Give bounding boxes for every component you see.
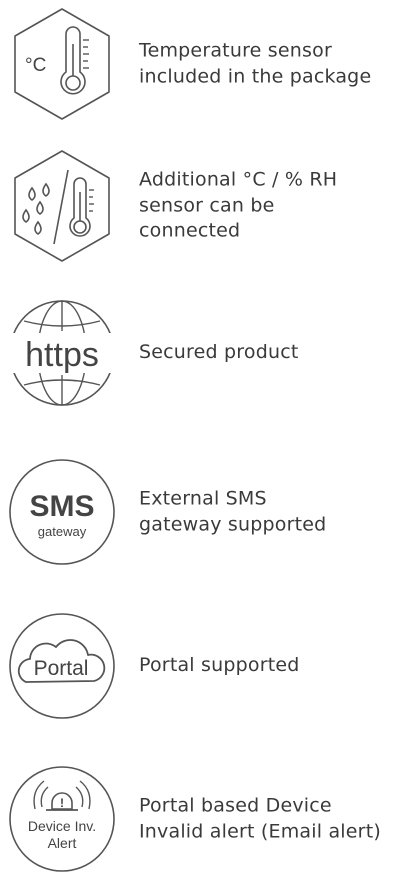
feature-line: Additional °C / % RH xyxy=(139,168,338,191)
svg-text:!: ! xyxy=(60,796,64,810)
feature-line: sensor can be xyxy=(139,194,275,217)
device-alert-icon: ! Device Inv. Alert xyxy=(2,759,122,879)
feature-text: Portal based Device Invalid alert (Email… xyxy=(139,793,381,844)
feature-text: External SMS gateway supported xyxy=(139,486,326,537)
feature-secured-product: https Secured product xyxy=(0,293,414,413)
feature-text: Additional °C / % RH sensor can be conne… xyxy=(139,168,337,245)
feature-device-alert: ! Device Inv. Alert Portal based Device … xyxy=(0,759,414,879)
gateway-label: gateway xyxy=(38,524,87,539)
celsius-label: °C xyxy=(25,55,46,76)
feature-line: Portal supported xyxy=(139,654,300,677)
feature-line: Invalid alert (Email alert) xyxy=(139,820,381,842)
feature-sms-gateway: SMS gateway External SMS gateway support… xyxy=(0,452,414,572)
portal-cloud-icon: Portal xyxy=(2,606,122,726)
feature-text: Secured product xyxy=(139,340,299,366)
sms-gateway-icon: SMS gateway xyxy=(2,452,122,572)
feature-temperature-sensor: °C Temperature sensor included in the pa… xyxy=(0,4,414,124)
https-label: https xyxy=(25,336,99,374)
temperature-sensor-icon: °C xyxy=(2,4,122,124)
feature-additional-sensor: Additional °C / % RH sensor can be conne… xyxy=(0,146,414,266)
sms-label: SMS xyxy=(29,490,94,523)
feature-text: Temperature sensor included in the packa… xyxy=(139,38,371,89)
feature-line: included in the package xyxy=(139,65,372,87)
portal-label: Portal xyxy=(34,657,89,680)
feature-portal-supported: Portal Portal supported xyxy=(0,606,414,726)
feature-line: Secured product xyxy=(139,341,299,364)
water-drops-icon xyxy=(22,182,50,235)
device-inv-label: Device Inv. xyxy=(28,818,96,834)
feature-line: connected xyxy=(139,219,241,242)
feature-line: gateway supported xyxy=(139,513,327,535)
feature-line: External SMS xyxy=(139,487,267,510)
feature-line: Portal based Device xyxy=(139,794,332,817)
humidity-temperature-sensor-icon xyxy=(2,146,122,266)
https-globe-icon: https xyxy=(2,293,122,413)
alert-label: Alert xyxy=(48,835,77,851)
feature-line: Temperature sensor xyxy=(139,39,332,62)
feature-text: Portal supported xyxy=(139,653,300,679)
